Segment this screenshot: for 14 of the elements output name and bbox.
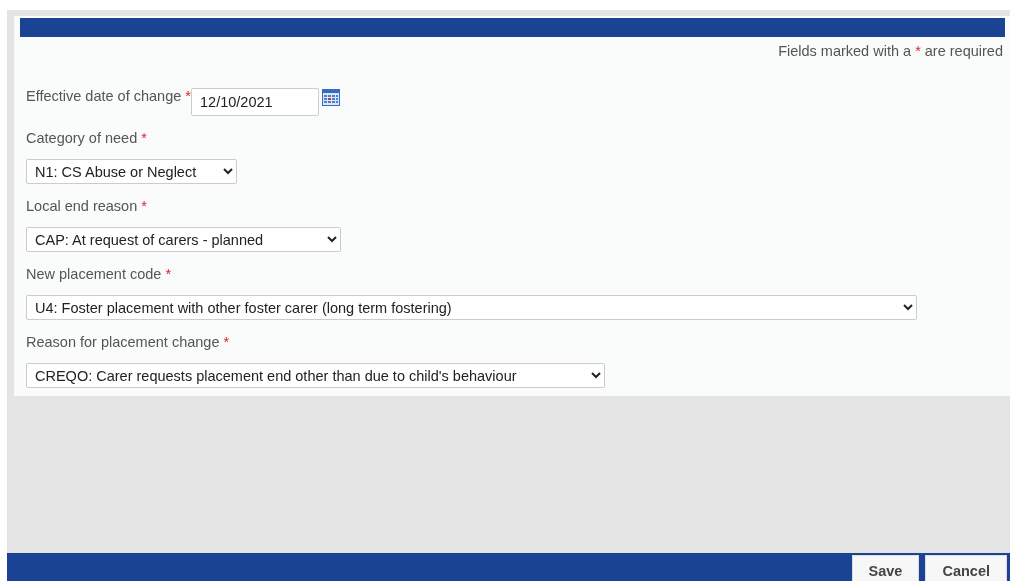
field-label: Category of need * bbox=[26, 130, 148, 147]
field-label: Local end reason * bbox=[26, 198, 148, 215]
footer-button[interactable]: Cancel bbox=[925, 555, 1007, 581]
calendar-icon[interactable] bbox=[322, 89, 340, 106]
footer-button[interactable]: Save bbox=[851, 555, 920, 581]
dropdown-field[interactable]: CAP: At request of carers - planned bbox=[26, 227, 341, 252]
field-label: Effective date of change * bbox=[26, 88, 191, 105]
dropdown-field[interactable]: U4: Foster placement with other foster carer (long term fostering) bbox=[26, 295, 917, 320]
required-note: Fields marked with a * are required bbox=[777, 42, 1003, 60]
field-label: Reason for placement change * bbox=[26, 334, 231, 351]
field-label: New placement code * bbox=[26, 266, 173, 283]
date-field[interactable]: 12/10/2021 bbox=[191, 88, 319, 116]
dropdown-field[interactable]: CREQO: Carer requests placement end other than due to child's behaviour bbox=[26, 363, 605, 388]
dropdown-field[interactable]: N1: CS Abuse or Neglect bbox=[26, 159, 237, 184]
